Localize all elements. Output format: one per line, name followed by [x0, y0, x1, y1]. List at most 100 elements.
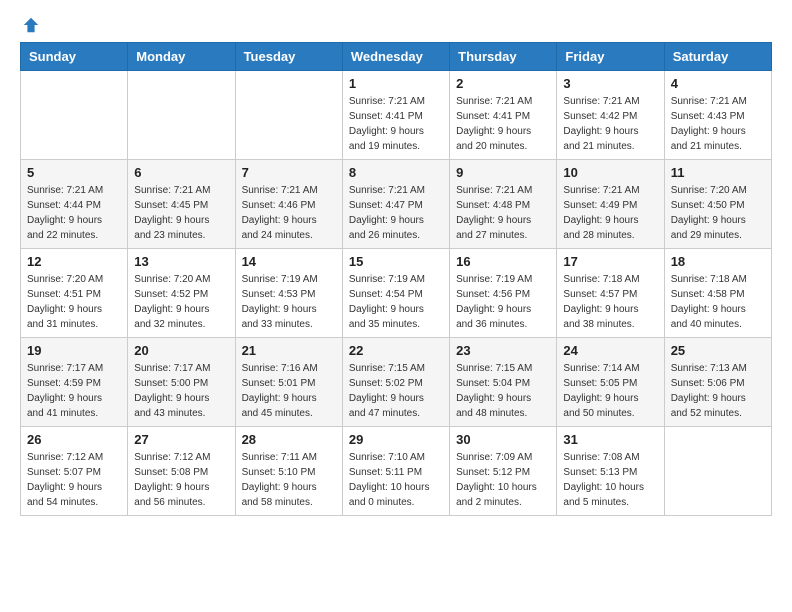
weekday-header: Thursday: [450, 43, 557, 71]
day-info: Sunrise: 7:19 AMSunset: 4:54 PMDaylight:…: [349, 272, 443, 332]
day-info: Sunrise: 7:15 AMSunset: 5:02 PMDaylight:…: [349, 361, 443, 421]
day-info: Sunrise: 7:20 AMSunset: 4:52 PMDaylight:…: [134, 272, 228, 332]
calendar-day-cell: 5 Sunrise: 7:21 AMSunset: 4:44 PMDaylight…: [21, 160, 128, 249]
calendar-day-cell: 6 Sunrise: 7:21 AMSunset: 4:45 PMDaylight…: [128, 160, 235, 249]
day-info: Sunrise: 7:19 AMSunset: 4:56 PMDaylight:…: [456, 272, 550, 332]
calendar-day-cell: 19Sunrise: 7:17 AMSunset: 4:59 PMDayligh…: [21, 338, 128, 427]
calendar-day-cell: 1 Sunrise: 7:21 AMSunset: 4:41 PMDaylight…: [342, 71, 449, 160]
day-info: Sunrise: 7:17 AMSunset: 5:00 PMDaylight:…: [134, 361, 228, 421]
calendar-day-cell: 18 Sunrise: 7:18 AMSunset: 4:58 PMDayligh…: [664, 249, 771, 338]
calendar-day-cell: 25 Sunrise: 7:13 AMSunset: 5:06 PMDayligh…: [664, 338, 771, 427]
day-info: Sunrise: 7:18 AMSunset: 4:57 PMDaylight:…: [563, 272, 657, 332]
calendar-week-row: 26 Sunrise: 7:12 AMSunset: 5:07 PMDayligh…: [21, 427, 772, 516]
calendar-day-cell: 8Sunrise: 7:21 AMSunset: 4:47 PMDaylight…: [342, 160, 449, 249]
day-number: 3: [563, 76, 657, 91]
calendar-day-cell: 23 Sunrise: 7:15 AMSunset: 5:04 PMDayligh…: [450, 338, 557, 427]
day-number: 15: [349, 254, 443, 269]
calendar-week-row: 1 Sunrise: 7:21 AMSunset: 4:41 PMDaylight…: [21, 71, 772, 160]
calendar-day-cell: 3 Sunrise: 7:21 AMSunset: 4:42 PMDaylight…: [557, 71, 664, 160]
calendar-day-cell: 21Sunrise: 7:16 AMSunset: 5:01 PMDayligh…: [235, 338, 342, 427]
day-number: 1: [349, 76, 443, 91]
day-info: Sunrise: 7:15 AMSunset: 5:04 PMDaylight:…: [456, 361, 550, 421]
day-info: Sunrise: 7:13 AMSunset: 5:06 PMDaylight:…: [671, 361, 765, 421]
day-info: Sunrise: 7:20 AMSunset: 4:50 PMDaylight:…: [671, 183, 765, 243]
calendar-day-cell: 29 Sunrise: 7:10 AMSunset: 5:11 PMDayligh…: [342, 427, 449, 516]
day-info: Sunrise: 7:12 AMSunset: 5:07 PMDaylight:…: [27, 450, 121, 510]
calendar-day-cell: 30Sunrise: 7:09 AMSunset: 5:12 PMDayligh…: [450, 427, 557, 516]
day-info: Sunrise: 7:21 AMSunset: 4:45 PMDaylight:…: [134, 183, 228, 243]
calendar-day-cell: 7Sunrise: 7:21 AMSunset: 4:46 PMDaylight…: [235, 160, 342, 249]
day-info: Sunrise: 7:20 AMSunset: 4:51 PMDaylight:…: [27, 272, 121, 332]
day-number: 21: [242, 343, 336, 358]
day-number: 11: [671, 165, 765, 180]
day-number: 26: [27, 432, 121, 447]
day-number: 22: [349, 343, 443, 358]
day-number: 2: [456, 76, 550, 91]
day-number: 6: [134, 165, 228, 180]
calendar-day-cell: 9 Sunrise: 7:21 AMSunset: 4:48 PMDaylight…: [450, 160, 557, 249]
calendar-day-cell: 2 Sunrise: 7:21 AMSunset: 4:41 PMDaylight…: [450, 71, 557, 160]
weekday-header: Saturday: [664, 43, 771, 71]
calendar-day-cell: 17 Sunrise: 7:18 AMSunset: 4:57 PMDayligh…: [557, 249, 664, 338]
calendar-day-cell: 11 Sunrise: 7:20 AMSunset: 4:50 PMDayligh…: [664, 160, 771, 249]
calendar-day-cell: 24 Sunrise: 7:14 AMSunset: 5:05 PMDayligh…: [557, 338, 664, 427]
day-number: 14: [242, 254, 336, 269]
calendar-day-cell: 10 Sunrise: 7:21 AMSunset: 4:49 PMDayligh…: [557, 160, 664, 249]
weekday-header: Wednesday: [342, 43, 449, 71]
day-number: 5: [27, 165, 121, 180]
day-number: 31: [563, 432, 657, 447]
day-info: Sunrise: 7:21 AMSunset: 4:41 PMDaylight:…: [349, 94, 443, 154]
day-number: 27: [134, 432, 228, 447]
day-number: 24: [563, 343, 657, 358]
page: SundayMondayTuesdayWednesdayThursdayFrid…: [0, 0, 792, 532]
logo: [20, 16, 40, 30]
calendar-day-cell: 31 Sunrise: 7:08 AMSunset: 5:13 PMDayligh…: [557, 427, 664, 516]
day-number: 23: [456, 343, 550, 358]
logo-icon: [22, 16, 40, 34]
calendar-day-cell: 28Sunrise: 7:11 AMSunset: 5:10 PMDayligh…: [235, 427, 342, 516]
day-number: 20: [134, 343, 228, 358]
calendar-empty-cell: [664, 427, 771, 516]
day-info: Sunrise: 7:21 AMSunset: 4:43 PMDaylight:…: [671, 94, 765, 154]
calendar-empty-cell: [21, 71, 128, 160]
day-info: Sunrise: 7:21 AMSunset: 4:48 PMDaylight:…: [456, 183, 550, 243]
calendar-day-cell: 4 Sunrise: 7:21 AMSunset: 4:43 PMDaylight…: [664, 71, 771, 160]
day-number: 9: [456, 165, 550, 180]
weekday-header: Friday: [557, 43, 664, 71]
day-number: 17: [563, 254, 657, 269]
day-number: 29: [349, 432, 443, 447]
day-info: Sunrise: 7:18 AMSunset: 4:58 PMDaylight:…: [671, 272, 765, 332]
weekday-header: Sunday: [21, 43, 128, 71]
calendar-week-row: 5 Sunrise: 7:21 AMSunset: 4:44 PMDaylight…: [21, 160, 772, 249]
day-info: Sunrise: 7:12 AMSunset: 5:08 PMDaylight:…: [134, 450, 228, 510]
day-info: Sunrise: 7:10 AMSunset: 5:11 PMDaylight:…: [349, 450, 443, 510]
calendar-day-cell: 22 Sunrise: 7:15 AMSunset: 5:02 PMDayligh…: [342, 338, 449, 427]
weekday-header: Monday: [128, 43, 235, 71]
day-number: 7: [242, 165, 336, 180]
calendar-day-cell: 13Sunrise: 7:20 AMSunset: 4:52 PMDayligh…: [128, 249, 235, 338]
calendar-table: SundayMondayTuesdayWednesdayThursdayFrid…: [20, 42, 772, 516]
day-number: 10: [563, 165, 657, 180]
day-info: Sunrise: 7:17 AMSunset: 4:59 PMDaylight:…: [27, 361, 121, 421]
calendar-day-cell: 27 Sunrise: 7:12 AMSunset: 5:08 PMDayligh…: [128, 427, 235, 516]
day-number: 16: [456, 254, 550, 269]
day-number: 25: [671, 343, 765, 358]
header: [20, 16, 772, 30]
day-number: 30: [456, 432, 550, 447]
calendar-day-cell: 20 Sunrise: 7:17 AMSunset: 5:00 PMDayligh…: [128, 338, 235, 427]
day-number: 4: [671, 76, 765, 91]
day-info: Sunrise: 7:21 AMSunset: 4:42 PMDaylight:…: [563, 94, 657, 154]
calendar-day-cell: 12Sunrise: 7:20 AMSunset: 4:51 PMDayligh…: [21, 249, 128, 338]
day-info: Sunrise: 7:21 AMSunset: 4:44 PMDaylight:…: [27, 183, 121, 243]
day-info: Sunrise: 7:11 AMSunset: 5:10 PMDaylight:…: [242, 450, 336, 510]
day-info: Sunrise: 7:21 AMSunset: 4:41 PMDaylight:…: [456, 94, 550, 154]
weekday-header: Tuesday: [235, 43, 342, 71]
day-info: Sunrise: 7:08 AMSunset: 5:13 PMDaylight:…: [563, 450, 657, 510]
calendar-day-cell: 16 Sunrise: 7:19 AMSunset: 4:56 PMDayligh…: [450, 249, 557, 338]
day-info: Sunrise: 7:14 AMSunset: 5:05 PMDaylight:…: [563, 361, 657, 421]
day-info: Sunrise: 7:21 AMSunset: 4:49 PMDaylight:…: [563, 183, 657, 243]
calendar-week-row: 12Sunrise: 7:20 AMSunset: 4:51 PMDayligh…: [21, 249, 772, 338]
day-info: Sunrise: 7:19 AMSunset: 4:53 PMDaylight:…: [242, 272, 336, 332]
calendar-day-cell: 14 Sunrise: 7:19 AMSunset: 4:53 PMDayligh…: [235, 249, 342, 338]
day-number: 18: [671, 254, 765, 269]
